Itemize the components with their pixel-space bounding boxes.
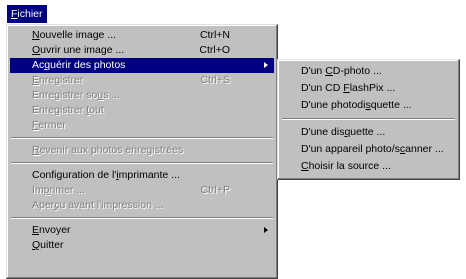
shortcut-ctrl-o: Ctrl+O bbox=[199, 44, 230, 56]
acquerir-submenu: D'un CD-photo ... D'un CD FlashPix ... D… bbox=[277, 59, 460, 180]
submenu-item-photodisquette[interactable]: D'une photodisquette ... bbox=[281, 97, 456, 114]
menu-item-enregistrer: Enregistrer Ctrl+S bbox=[32, 74, 230, 86]
menu-separator bbox=[11, 217, 273, 219]
menu-item-imprimer: Imprimer ... Ctrl+P bbox=[32, 184, 230, 196]
menu-item-enregistrer-sous: Enregistrer sous ... bbox=[32, 89, 121, 101]
submenu-item-disquette[interactable]: D'une disquette ... bbox=[281, 124, 456, 141]
fichier-dropdown-menu: Nouvelle image ... Ctrl+N Ouvrir une imag… bbox=[6, 24, 278, 279]
menu-separator bbox=[11, 162, 273, 164]
menu-item-revenir: Revenir aux photos enregistrées bbox=[32, 144, 184, 156]
submenu-item-cd-flashpix[interactable]: D'un CD FlashPix ... bbox=[281, 80, 456, 97]
shortcut-ctrl-p: Ctrl+P bbox=[200, 184, 230, 196]
menu-separator bbox=[11, 137, 273, 139]
submenu-arrow-icon bbox=[264, 62, 268, 68]
menu-item-quitter[interactable]: Quitter bbox=[10, 238, 274, 253]
menu-item-enregistrer-tout: Enregistrer tout bbox=[32, 104, 104, 116]
shortcut-ctrl-s: Ctrl+S bbox=[200, 74, 230, 86]
menu-item-acquerir-photos[interactable]: Acquérir des photos bbox=[10, 58, 274, 73]
menu-item-configuration-imprimante[interactable]: Configuration de l'imprimante ... bbox=[10, 168, 274, 183]
menu-separator bbox=[282, 118, 455, 120]
submenu-item-appareil-photo-scanner[interactable]: D'un appareil photo/scanner ... bbox=[281, 141, 456, 158]
menu-item-fermer: Fermer bbox=[32, 119, 66, 131]
menu-item-envoyer[interactable]: Envoyer bbox=[10, 223, 274, 238]
menu-item-apercu: Aperçu avant l'impression ... bbox=[32, 199, 164, 211]
menu-item-nouvelle-image[interactable]: Nouvelle image ... Ctrl+N bbox=[10, 28, 274, 43]
submenu-item-cd-photo[interactable]: D'un CD-photo ... bbox=[281, 63, 456, 80]
submenu-arrow-icon bbox=[264, 227, 268, 233]
submenu-item-choisir-source[interactable]: Choisir la source ... bbox=[281, 158, 456, 175]
menu-item-ouvrir-image[interactable]: Ouvrir une image ... Ctrl+O bbox=[10, 43, 274, 58]
menu-fichier[interactable]: Fichier bbox=[7, 5, 47, 23]
shortcut-ctrl-n: Ctrl+N bbox=[199, 29, 230, 41]
